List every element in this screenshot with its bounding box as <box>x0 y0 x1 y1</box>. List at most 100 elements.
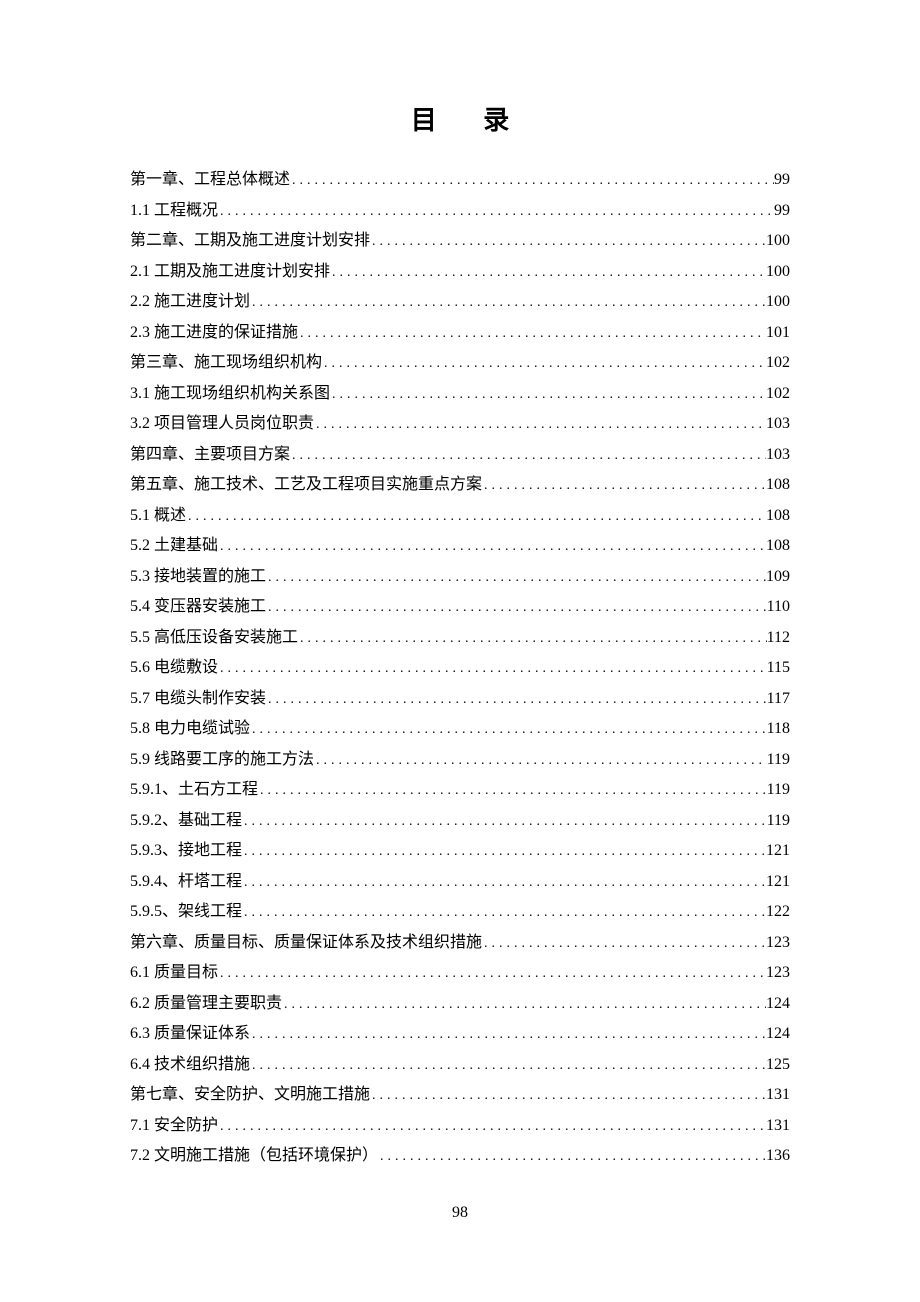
toc-leader-dots <box>218 197 774 227</box>
toc-entry-label: 2.2 施工进度计划 <box>130 287 250 317</box>
toc-entry-label: 5.4 变压器安装施工 <box>130 592 266 622</box>
toc-entry: 第三章、施工现场组织机构102 <box>130 348 790 379</box>
toc-leader-dots <box>218 654 767 684</box>
toc-entry-label: 第五章、施工技术、工艺及工程项目实施重点方案 <box>130 470 482 500</box>
toc-entry-label: 5.9.5、架线工程 <box>130 897 242 927</box>
toc-entry-label: 6.2 质量管理主要职责 <box>130 989 282 1019</box>
toc-entry-page: 99 <box>774 196 790 226</box>
toc-entry-page: 108 <box>766 470 790 500</box>
toc-entry-page: 109 <box>766 562 790 592</box>
toc-leader-dots <box>250 288 766 318</box>
toc-entry: 第五章、施工技术、工艺及工程项目实施重点方案 108 <box>130 470 790 501</box>
toc-entry: 5.1 概述108 <box>130 501 790 532</box>
toc-leader-dots <box>330 258 766 288</box>
toc-entry-page: 136 <box>766 1141 790 1171</box>
toc-entry-page: 119 <box>767 775 790 805</box>
toc-entry-page: 124 <box>766 989 790 1019</box>
toc-entry-page: 108 <box>766 531 790 561</box>
toc-entry-page: 123 <box>766 958 790 988</box>
toc-entry: 第六章、质量目标、质量保证体系及技术组织措施 123 <box>130 928 790 959</box>
page-number: 98 <box>0 1204 920 1222</box>
table-of-contents: 第一章、工程总体概述991.1 工程概况99第二章、工期及施工进度计划安排100… <box>130 165 790 1172</box>
toc-entry: 6.4 技术组织措施125 <box>130 1050 790 1081</box>
toc-entry: 7.1 安全防护 131 <box>130 1111 790 1142</box>
toc-entry: 2.3 施工进度的保证措施 101 <box>130 318 790 349</box>
toc-entry-label: 5.9.1、土石方工程 <box>130 775 258 805</box>
toc-entry: 5.9.1、土石方工程 119 <box>130 775 790 806</box>
toc-entry-page: 119 <box>767 806 790 836</box>
toc-entry-label: 5.2 土建基础 <box>130 531 218 561</box>
toc-entry: 2.1 工期及施工进度计划安排 100 <box>130 257 790 288</box>
toc-entry: 3.1 施工现场组织机构关系图 102 <box>130 379 790 410</box>
toc-entry-page: 102 <box>766 348 790 378</box>
toc-entry-label: 5.7 电缆头制作安装 <box>130 684 266 714</box>
toc-entry-page: 112 <box>767 623 790 653</box>
toc-entry: 5.2 土建基础 108 <box>130 531 790 562</box>
toc-entry-page: 103 <box>766 440 790 470</box>
toc-entry-page: 100 <box>766 287 790 317</box>
toc-leader-dots <box>290 166 774 196</box>
toc-leader-dots <box>298 319 766 349</box>
toc-entry-label: 5.8 电力电缆试验 <box>130 714 250 744</box>
toc-leader-dots <box>482 929 766 959</box>
toc-entry: 5.5 高低压设备安装施工 112 <box>130 623 790 654</box>
toc-leader-dots <box>242 868 766 898</box>
toc-leader-dots <box>322 349 766 379</box>
toc-entry-label: 5.5 高低压设备安装施工 <box>130 623 298 653</box>
toc-entry-page: 121 <box>766 867 790 897</box>
toc-entry-label: 第四章、主要项目方案 <box>130 440 290 470</box>
toc-leader-dots <box>266 685 767 715</box>
toc-entry: 3.2 项目管理人员岗位职责103 <box>130 409 790 440</box>
toc-entry-page: 119 <box>767 745 790 775</box>
toc-entry-label: 5.1 概述 <box>130 501 186 531</box>
toc-entry: 第一章、工程总体概述99 <box>130 165 790 196</box>
toc-entry-label: 6.3 质量保证体系 <box>130 1019 250 1049</box>
toc-entry-page: 102 <box>766 379 790 409</box>
toc-leader-dots <box>218 532 766 562</box>
toc-entry-page: 100 <box>766 226 790 256</box>
toc-leader-dots <box>266 563 766 593</box>
toc-entry: 5.8 电力电缆试验118 <box>130 714 790 745</box>
toc-entry-label: 第一章、工程总体概述 <box>130 165 290 195</box>
toc-entry-label: 第二章、工期及施工进度计划安排 <box>130 226 370 256</box>
toc-entry: 5.6 电缆敷设115 <box>130 653 790 684</box>
toc-entry-page: 123 <box>766 928 790 958</box>
toc-entry-label: 第六章、质量目标、质量保证体系及技术组织措施 <box>130 928 482 958</box>
document-page: 目 录 第一章、工程总体概述991.1 工程概况99第二章、工期及施工进度计划安… <box>0 0 920 1172</box>
toc-entry-label: 第七章、安全防护、文明施工措施 <box>130 1080 370 1110</box>
toc-title: 目 录 <box>130 100 790 137</box>
toc-entry: 6.3 质量保证体系124 <box>130 1019 790 1050</box>
toc-leader-dots <box>250 1020 766 1050</box>
toc-entry: 6.2 质量管理主要职责 124 <box>130 989 790 1020</box>
toc-entry: 5.9.3、接地工程121 <box>130 836 790 867</box>
toc-leader-dots <box>290 441 766 471</box>
toc-entry: 5.4 变压器安装施工110 <box>130 592 790 623</box>
toc-entry-label: 3.2 项目管理人员岗位职责 <box>130 409 314 439</box>
toc-entry-label: 7.1 安全防护 <box>130 1111 218 1141</box>
toc-entry-page: 101 <box>766 318 790 348</box>
toc-entry-label: 3.1 施工现场组织机构关系图 <box>130 379 330 409</box>
toc-entry: 2.2 施工进度计划 100 <box>130 287 790 318</box>
toc-entry-page: 131 <box>766 1111 790 1141</box>
toc-leader-dots <box>218 1112 766 1142</box>
toc-entry-page: 115 <box>767 653 790 683</box>
toc-entry-label: 6.4 技术组织措施 <box>130 1050 250 1080</box>
toc-entry-label: 5.9.2、基础工程 <box>130 806 242 836</box>
toc-entry-page: 100 <box>766 257 790 287</box>
toc-entry-page: 131 <box>766 1080 790 1110</box>
toc-leader-dots <box>314 410 766 440</box>
toc-leader-dots <box>242 898 766 928</box>
toc-leader-dots <box>218 959 766 989</box>
toc-entry-label: 2.3 施工进度的保证措施 <box>130 318 298 348</box>
toc-entry: 5.9.4、杆塔工程121 <box>130 867 790 898</box>
toc-leader-dots <box>282 990 766 1020</box>
toc-entry-label: 2.1 工期及施工进度计划安排 <box>130 257 330 287</box>
toc-entry: 5.7 电缆头制作安装117 <box>130 684 790 715</box>
toc-entry: 第二章、工期及施工进度计划安排 100 <box>130 226 790 257</box>
toc-entry: 5.9 线路要工序的施工方法119 <box>130 745 790 776</box>
toc-leader-dots <box>186 502 766 532</box>
toc-leader-dots <box>250 715 767 745</box>
toc-leader-dots <box>242 807 767 837</box>
toc-entry: 5.9.2、基础工程 119 <box>130 806 790 837</box>
toc-leader-dots <box>370 227 766 257</box>
